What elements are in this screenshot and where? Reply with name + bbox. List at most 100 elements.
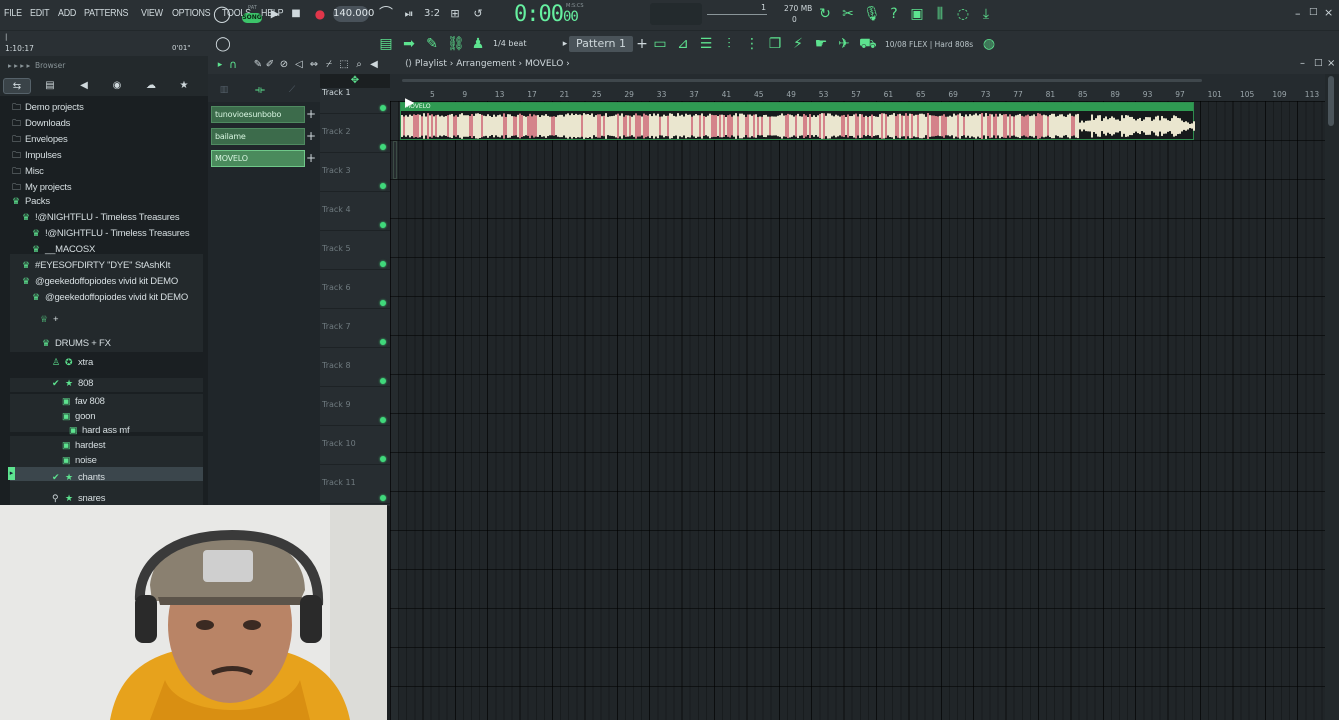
pattern-selector[interactable]: Pattern 1 [569, 36, 633, 52]
pattern-add-icon[interactable]: + [306, 129, 318, 144]
bar-ruler[interactable]: 5 9 13 17 21 25 29 33 37 41 45 49 53 57 61 65 69 73 77 81 85… [390, 89, 1325, 101]
list-item[interactable]: ♛ @geekedoffopiodes vivid kit DEMO [32, 292, 188, 306]
horizontal-scrollbar[interactable] [402, 79, 1202, 82]
browser-tab-files-icon[interactable]: ▤ [36, 78, 64, 94]
bar-number[interactable]: 77 [1013, 90, 1023, 99]
list-item[interactable]: ▣ goon [62, 411, 96, 425]
vertical-scrollbar[interactable] [1325, 74, 1339, 720]
link-icon[interactable]: ⛓ [447, 36, 465, 52]
mute-tool-icon[interactable]: ◁ [291, 57, 307, 73]
list-item[interactable]: 🗀 Envelopes [12, 132, 68, 146]
maximize-icon[interactable]: □ [1309, 7, 1318, 17]
breadcrumb-playlist[interactable]: Playlist [415, 59, 447, 69]
zoom-tool-icon[interactable]: ⌕ [351, 57, 367, 73]
magnet-icon[interactable]: ∩ [225, 57, 241, 73]
pattern-item-selected[interactable]: MOVELO + [211, 150, 316, 167]
track-mute-led-icon[interactable] [380, 378, 386, 384]
arrow-right-icon[interactable]: ➡ [401, 36, 417, 52]
tag-icon[interactable]: ✈ [836, 36, 852, 52]
microphone-icon[interactable]: 🎙 [863, 6, 881, 22]
add-pattern-icon[interactable]: + [634, 36, 650, 52]
slice-tool-icon[interactable]: ⌿ [321, 57, 337, 73]
bar-number[interactable]: 105 [1240, 90, 1254, 99]
bar-number[interactable]: 45 [754, 90, 764, 99]
list-item[interactable]: 🗀 My projects [12, 180, 72, 194]
breadcrumb-arrows-icon[interactable]: ⟨⟩ [405, 59, 412, 69]
refresh-icon[interactable]: ↻ [817, 6, 833, 22]
bar-number[interactable]: 9 [462, 90, 467, 99]
master-volume-knob-icon[interactable]: ◯ [213, 6, 231, 22]
pattern-item[interactable]: bailame + [211, 128, 316, 145]
list-item[interactable]: 🗀 Demo projects [12, 100, 84, 114]
tempo-display[interactable]: 140.000 [333, 6, 374, 22]
minimize-icon[interactable]: – [1295, 7, 1301, 20]
track-header[interactable]: Track 7 [320, 309, 390, 348]
breadcrumb-pattern[interactable]: MOVELO [525, 59, 563, 69]
piano-icon[interactable]: ⊿ [675, 36, 691, 52]
list-item-selected[interactable]: ▣ hard ass mf [69, 425, 130, 439]
bar-number[interactable]: 73 [981, 90, 991, 99]
list-item[interactable]: ♙ ✪ xtra [52, 357, 93, 371]
channel-rack-icon[interactable]: ☰ [698, 36, 714, 52]
playlist-maximize-icon[interactable]: □ [1314, 58, 1323, 68]
close-icon[interactable]: × [1324, 6, 1333, 19]
list-item[interactable]: ✔ ★ 808 [52, 378, 93, 392]
track-header[interactable]: Track 8 [320, 348, 390, 387]
track-mute-led-icon[interactable] [380, 105, 386, 111]
bar-number[interactable]: 53 [819, 90, 829, 99]
list-item[interactable]: ♛ !@NIGHTFLU - Timeless Treasures [32, 228, 190, 242]
pattern-add-icon[interactable]: + [306, 151, 318, 166]
move-icon[interactable]: ✥ [347, 73, 363, 89]
playlist-close-icon[interactable]: × [1327, 58, 1335, 69]
track-header[interactable]: Track 5 [320, 231, 390, 270]
browser-tree-icon[interactable]: ⋮ [744, 36, 760, 52]
mixer-icon[interactable]: ⫼ [932, 6, 948, 22]
bar-number[interactable]: 29 [624, 90, 634, 99]
bar-number[interactable]: 101 [1208, 90, 1222, 99]
menu-edit[interactable]: EDIT [30, 7, 50, 19]
list-item[interactable]: ▣ fav 808 [62, 396, 105, 410]
step-edit-icon[interactable]: ⊞ [447, 6, 463, 22]
list-item[interactable]: 🗀 Downloads [12, 116, 70, 130]
bar-number[interactable]: 69 [948, 90, 958, 99]
menu-file[interactable]: FILE [4, 7, 22, 19]
track-header[interactable]: Track 10 [320, 426, 390, 465]
bar-number[interactable]: 61 [884, 90, 894, 99]
track-mute-led-icon[interactable] [380, 222, 386, 228]
loop-record-icon[interactable]: ↺ [470, 6, 486, 22]
scroll-thumb[interactable] [1328, 76, 1334, 126]
track-header[interactable]: Track 6 [320, 270, 390, 309]
download-icon[interactable]: ⤓ [978, 6, 994, 22]
list-item[interactable]: ♛ Packs [12, 196, 50, 210]
record-icon[interactable]: ● [312, 6, 328, 22]
picker-edit-icon[interactable]: ⟋ [284, 82, 300, 98]
list-item[interactable]: ♛ DRUMS + FX [42, 338, 111, 352]
save-icon[interactable]: ▣ [909, 6, 925, 22]
playback-tool-icon[interactable]: ◀ [366, 57, 382, 73]
metronome-icon[interactable]: ⌒ [378, 6, 394, 22]
track-mute-led-icon[interactable] [380, 261, 386, 267]
audio-clip[interactable]: MOVELO [400, 102, 1195, 140]
menu-options[interactable]: OPTIONS [172, 7, 211, 19]
pitch-knob-icon[interactable]: ◯ [215, 36, 231, 52]
mixer-view-icon[interactable]: ⫶ [721, 36, 737, 52]
track-mute-led-icon[interactable] [380, 183, 386, 189]
bar-number[interactable]: 37 [689, 90, 699, 99]
list-item[interactable]: ♛ !@NIGHTFLU - Timeless Treasures [22, 212, 180, 226]
list-item[interactable]: ♕ + [40, 314, 59, 328]
touch-icon[interactable]: ☛ [813, 36, 829, 52]
list-item[interactable]: ▣ noise [62, 455, 97, 469]
browser-tab-all-icon[interactable]: ⇆ [3, 78, 31, 94]
playlist-icon[interactable]: ▭ [652, 36, 668, 52]
track-mute-led-icon[interactable] [380, 300, 386, 306]
pencil-icon[interactable]: ✎ [424, 36, 440, 52]
bar-number[interactable]: 57 [851, 90, 861, 99]
track-mute-led-icon[interactable] [380, 417, 386, 423]
track-header[interactable]: Track 2 [320, 114, 390, 153]
playlist-grid[interactable]: MOVELO [390, 101, 1325, 720]
plugin-icon[interactable]: ⚡ [790, 36, 806, 52]
song-mode-toggle[interactable]: SONG [242, 13, 262, 23]
slip-tool-icon[interactable]: ⇔ [306, 57, 322, 73]
bar-number[interactable]: 25 [592, 90, 602, 99]
cart-icon[interactable]: ⛟ [859, 36, 877, 52]
